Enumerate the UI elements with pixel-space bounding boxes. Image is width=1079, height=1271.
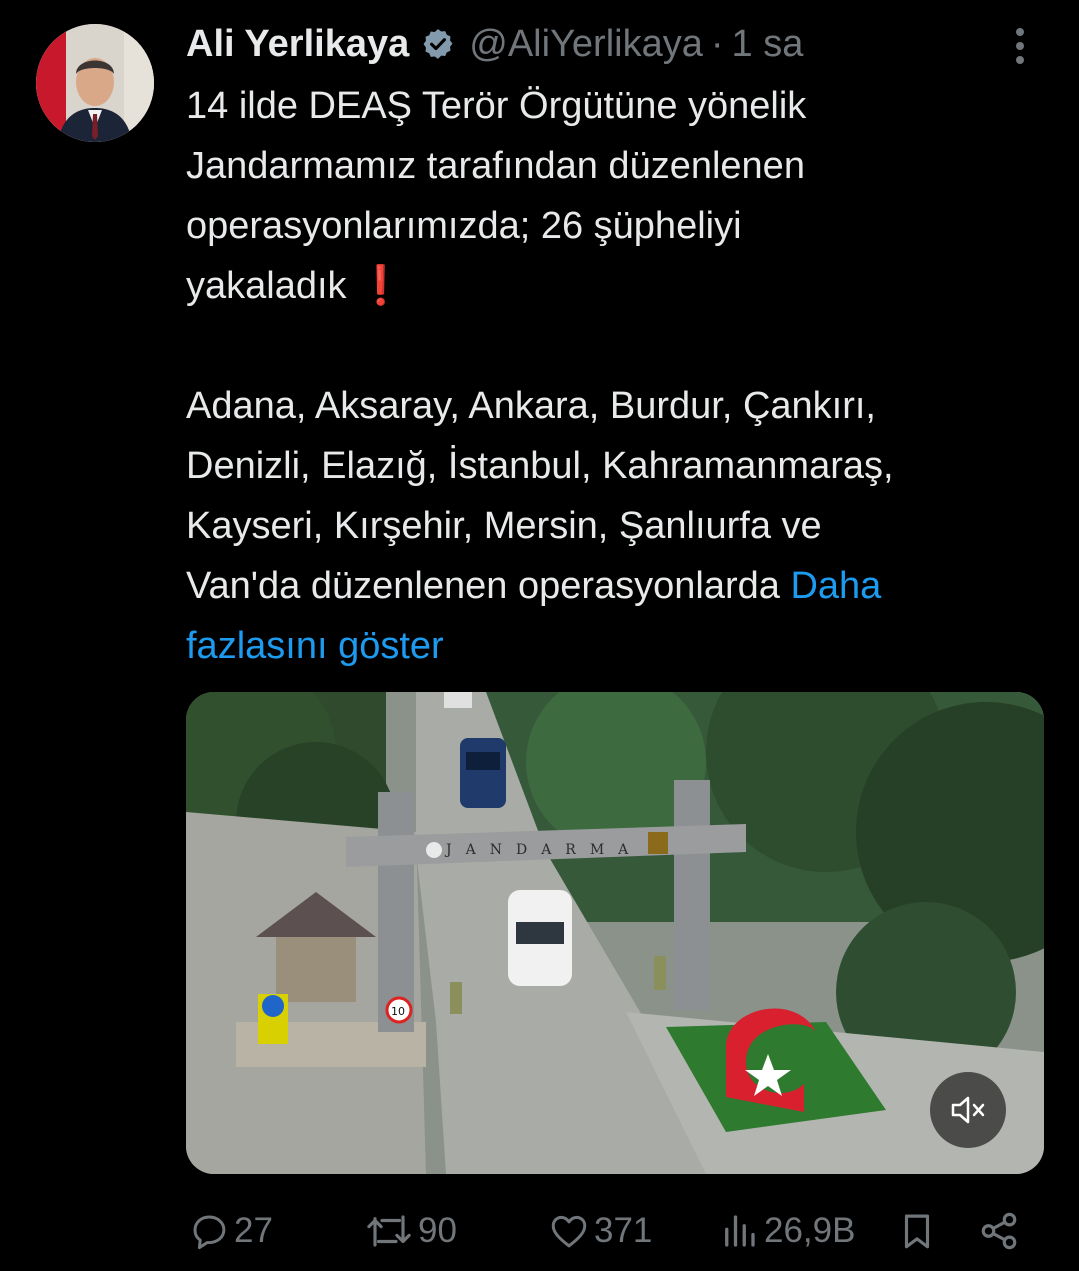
mute-toggle-button[interactable]: [930, 1072, 1006, 1148]
bookmark-button[interactable]: [896, 1204, 938, 1258]
show-more-link[interactable]: fazlasını göster: [186, 625, 444, 667]
text-line: 14 ilde DEAŞ Terör Örgütüne yönelik: [186, 85, 807, 127]
avatar[interactable]: [36, 24, 154, 142]
reply-button[interactable]: 27: [188, 1204, 273, 1258]
bookmark-icon: [904, 1214, 930, 1249]
repost-count: 90: [418, 1211, 457, 1250]
text-line: Denizli, Elazığ, İstanbul, Kahramanmaraş…: [186, 445, 894, 487]
author-handle[interactable]: @AliYerlikaya: [469, 20, 703, 68]
views-count: 26,9B: [764, 1211, 856, 1250]
show-more-link-part1[interactable]: Daha: [790, 565, 881, 607]
share-button[interactable]: [978, 1204, 1020, 1258]
tweet-text: 14 ilde DEAŞ Terör Örgütüne yönelik Jand…: [186, 76, 1066, 676]
speaker-muted-icon: [951, 1096, 985, 1124]
like-button[interactable]: 371: [548, 1204, 652, 1258]
text-line: Kayseri, Kırşehir, Mersin, Şanlıurfa ve: [186, 505, 822, 547]
tweet-video[interactable]: JANDARMA 10: [186, 692, 1044, 1174]
text-line-last-content: Van'da düzenlenen operasyonlarda: [186, 565, 791, 607]
text-line: Adana, Aksaray, Ankara, Burdur, Çankırı,: [186, 385, 876, 427]
reply-icon: [193, 1215, 226, 1250]
tweet-header: Ali Yerlikaya @AliYerlikaya · 1 sa: [186, 20, 803, 68]
text-line: yakaladık ❗: [186, 265, 405, 307]
share-icon: [981, 1212, 1017, 1250]
reply-count: 27: [234, 1211, 273, 1250]
gate-sign-text: JANDARMA: [444, 842, 642, 858]
repost-icon: [367, 1215, 411, 1247]
heart-icon: [551, 1215, 587, 1248]
author-display-name[interactable]: Ali Yerlikaya: [186, 20, 409, 68]
like-count: 371: [594, 1211, 653, 1250]
text-line: fazlasını göster: [186, 616, 1066, 676]
verified-badge-icon[interactable]: [421, 27, 455, 61]
avatar-photo: [36, 24, 154, 142]
tweet-timestamp[interactable]: 1 sa: [732, 20, 804, 68]
text-line: Jandarmamız tarafından düzenlenen: [186, 145, 805, 187]
speed-sign-text: 10: [391, 1005, 405, 1018]
tweet-action-bar: 27 90 371 26,9B: [0, 1204, 1079, 1258]
exclamation-emoji-icon: ❗: [357, 265, 405, 307]
views-button[interactable]: 26,9B: [718, 1204, 855, 1258]
views-bar-chart-icon: [725, 1215, 755, 1247]
repost-button[interactable]: 90: [364, 1204, 457, 1258]
more-options-icon[interactable]: [1000, 24, 1040, 68]
text-line: operasyonlarımızda; 26 şüpheliyi: [186, 205, 742, 247]
separator-dot: ·: [710, 23, 724, 65]
text-line-last: Van'da düzenlenen operasyonlarda Daha: [186, 556, 1066, 616]
video-frame: JANDARMA 10: [186, 692, 1044, 1174]
